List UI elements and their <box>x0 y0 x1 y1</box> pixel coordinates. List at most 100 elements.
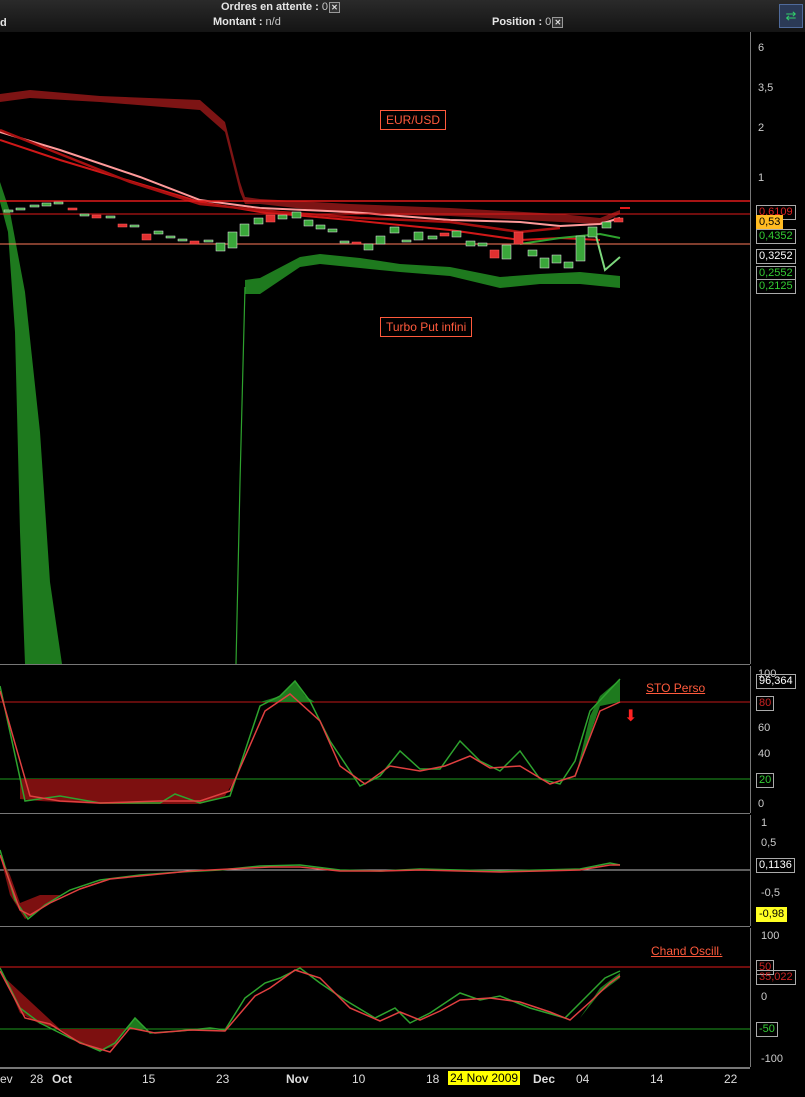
x-tick: 18 <box>426 1072 440 1086</box>
x-axis <box>0 1068 750 1097</box>
x-tick: Oct <box>52 1072 73 1086</box>
osc-min-value: -0,98 <box>756 907 788 922</box>
candle <box>277 214 288 220</box>
candle <box>513 231 524 245</box>
candle <box>189 240 200 245</box>
x-tick: 04 <box>576 1072 590 1086</box>
candle <box>129 224 140 228</box>
x-tick: ev <box>0 1072 13 1086</box>
candle <box>15 207 26 211</box>
pending-orders: Ordres en attente : 0 ✕ <box>221 1 340 13</box>
candle <box>401 239 412 243</box>
candle <box>79 213 90 217</box>
candle <box>389 226 400 234</box>
down-arrow-icon: ⬇ <box>624 708 638 725</box>
arrows-icon[interactable]: ⇄ <box>779 4 803 28</box>
candle <box>203 239 214 243</box>
candle <box>315 224 326 230</box>
candle <box>105 215 116 219</box>
candle <box>141 233 152 241</box>
price-tag: 0,3252 <box>756 249 796 264</box>
osc-fill <box>0 855 60 919</box>
y-tick: 1 <box>758 172 765 184</box>
price-tag: 0,53 <box>756 215 784 230</box>
chand-panel[interactable]: Chand Oscill. <box>0 928 750 1068</box>
sto-label: STO Perso <box>646 681 706 695</box>
candle <box>613 217 624 223</box>
amount-value: n/d <box>265 16 281 28</box>
y-tick: 0 <box>758 798 765 810</box>
candle <box>177 238 188 242</box>
early-green-band <box>0 182 62 664</box>
candle <box>53 201 64 205</box>
candle <box>527 249 538 257</box>
close-icon[interactable]: ✕ <box>552 16 564 28</box>
price-panel[interactable]: EUR/USD Turbo Put infini <box>0 32 750 665</box>
candle <box>91 214 102 219</box>
y-tick: 6 <box>758 42 765 54</box>
chand-chart <box>0 966 750 1053</box>
candle <box>303 219 314 227</box>
x-tick: 14 <box>650 1072 664 1086</box>
chand-axis: 100 50 0 -50 -100 35,022 <box>750 928 805 1067</box>
candle <box>253 217 264 225</box>
candle <box>575 235 586 262</box>
green-rise-line <box>235 286 246 664</box>
candle <box>291 211 302 219</box>
x-tick: 15 <box>142 1072 156 1086</box>
candle <box>539 257 550 269</box>
candle <box>551 254 562 264</box>
y-tick: -50 <box>756 1022 778 1037</box>
chand-fill-1 <box>5 978 60 1029</box>
chand-current-value: 35,022 <box>756 970 796 985</box>
bull-band <box>245 254 620 294</box>
candle <box>29 204 40 208</box>
y-tick: 80 <box>756 696 775 711</box>
x-tick: 23 <box>216 1072 230 1086</box>
product-label: Turbo Put infini <box>380 317 473 337</box>
x-tick: 22 <box>724 1072 738 1086</box>
candle <box>413 231 424 241</box>
sto-fill-high <box>260 681 315 702</box>
y-tick: 1 <box>761 817 768 829</box>
candle <box>351 241 362 245</box>
candle <box>153 230 164 235</box>
sto-fill-end <box>575 679 620 779</box>
candle <box>227 231 238 249</box>
candle <box>117 223 128 228</box>
sto-panel[interactable]: STO Perso ⬇ <box>0 666 750 814</box>
sto-current-value: 96,364 <box>756 674 796 689</box>
y-tick: 0,5 <box>761 837 777 849</box>
candle <box>3 209 14 213</box>
pink-ma-line <box>0 131 621 228</box>
x-tick: 28 <box>30 1072 44 1086</box>
truncated-label: d <box>0 17 7 29</box>
position-label: Position : <box>492 16 543 28</box>
close-icon[interactable]: ✕ <box>329 1 340 13</box>
candle <box>165 235 176 239</box>
y-tick: 0 <box>761 991 768 1003</box>
y-tick: 40 <box>758 748 771 760</box>
osc-chart <box>0 849 750 921</box>
candle <box>601 221 612 229</box>
chand-label: Chand Oscill. <box>651 944 723 958</box>
pending-orders-value: 0 <box>321 1 328 13</box>
candle <box>451 230 462 238</box>
candle <box>67 207 78 211</box>
price-tag: 0,2125 <box>756 279 796 294</box>
candle <box>477 242 488 247</box>
amount: Montant : n/d <box>213 16 281 28</box>
position-value: 0 <box>545 16 552 28</box>
candle <box>489 249 500 259</box>
candle <box>465 240 476 247</box>
osc-panel[interactable] <box>0 815 750 927</box>
y-tick: 60 <box>758 722 771 734</box>
top-toolbar: d Ordres en attente : 0 ✕ Montant : n/d P… <box>0 0 805 32</box>
y-tick: 20 <box>756 773 775 788</box>
candle <box>587 226 598 238</box>
candle <box>339 240 350 244</box>
amount-label: Montant : <box>213 16 263 28</box>
price-chart <box>0 90 750 664</box>
candle <box>327 228 338 233</box>
candle <box>427 235 438 240</box>
